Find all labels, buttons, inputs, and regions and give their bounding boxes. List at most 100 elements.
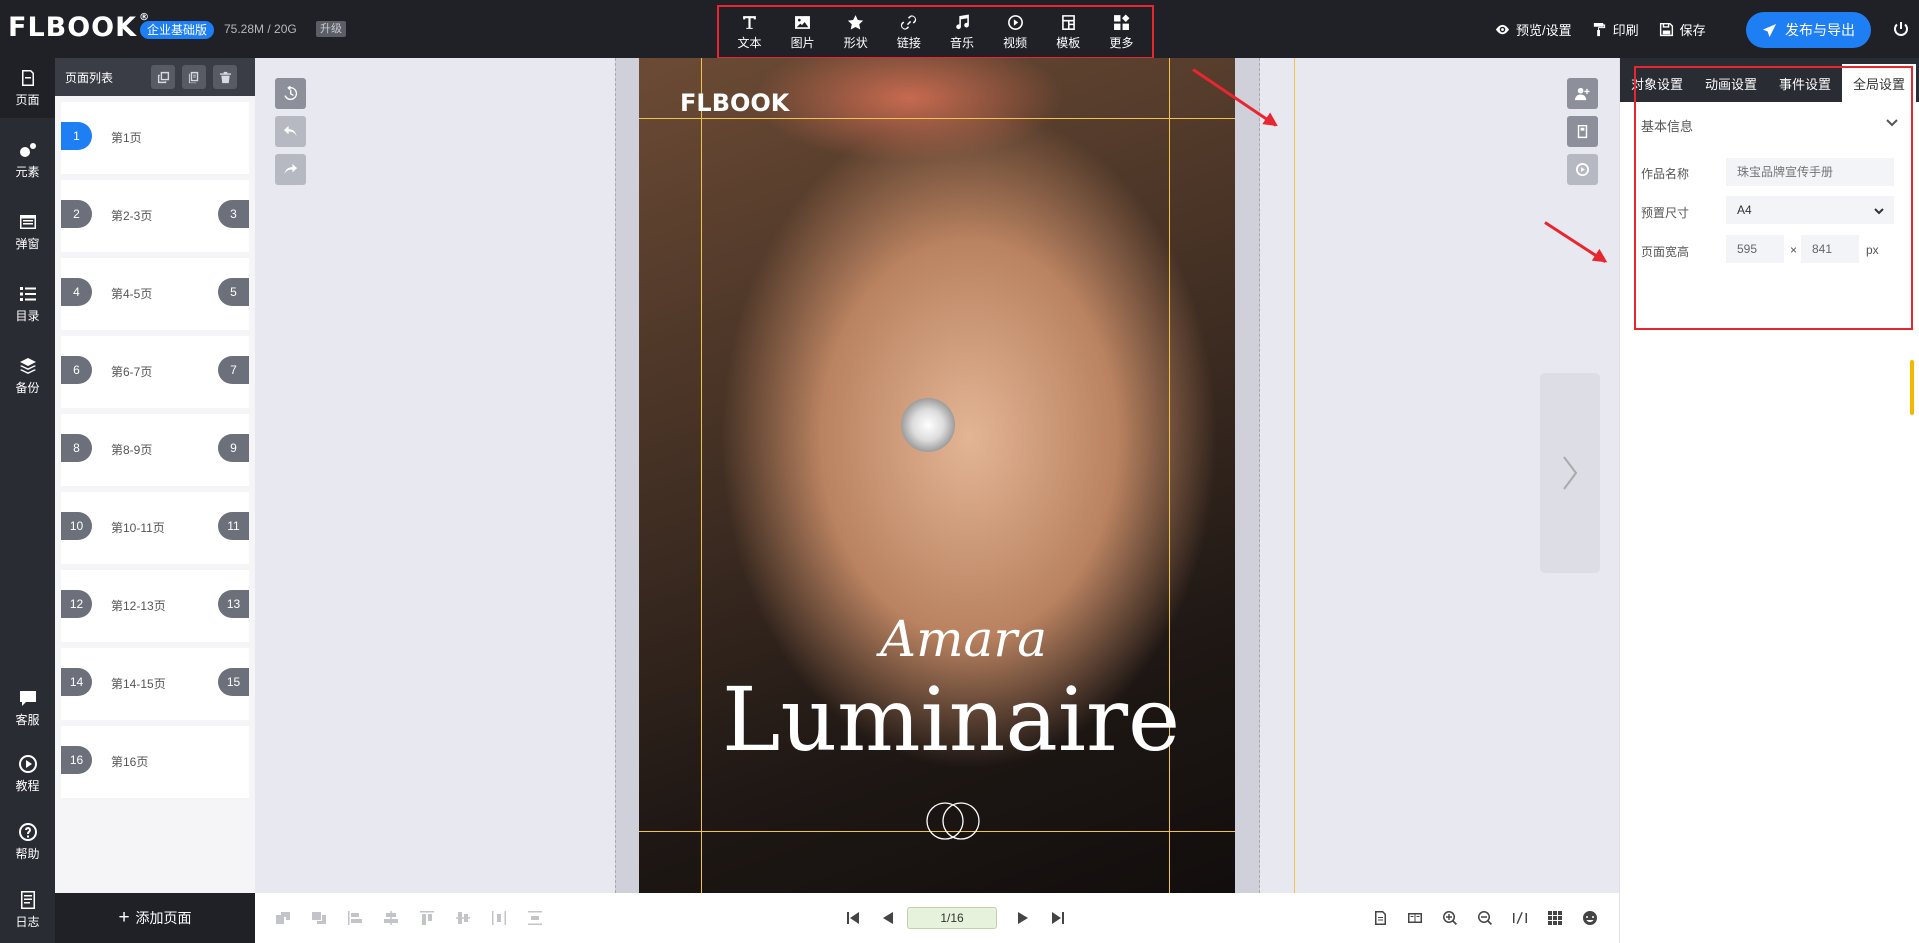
add-user-button[interactable] <box>1567 78 1598 109</box>
page-item-16[interactable]: 16 第16页 <box>61 726 249 798</box>
page-number-right: 11 <box>218 512 249 540</box>
nav-popup[interactable]: 弹窗 <box>0 202 55 262</box>
page-item-4-5[interactable]: 4 第4-5页 5 <box>61 258 249 330</box>
page-item-12-13[interactable]: 12 第12-13页 13 <box>61 570 249 642</box>
guide-line[interactable] <box>701 58 702 893</box>
page-item-1[interactable]: 1 第1页 <box>61 102 249 174</box>
distribute-horizontal-button[interactable] <box>491 910 507 926</box>
last-page-button[interactable] <box>1050 910 1066 926</box>
power-icon <box>1894 22 1908 36</box>
align-center-button[interactable] <box>383 910 399 926</box>
chevron-down-icon <box>1874 208 1884 215</box>
scrollbar[interactable] <box>1910 360 1914 415</box>
tool-video[interactable]: 视频 <box>990 14 1040 51</box>
page-number-left: 8 <box>61 434 92 462</box>
guide-line[interactable] <box>639 118 1235 119</box>
nav-log[interactable]: 日志 <box>0 880 55 940</box>
page-item-8-9[interactable]: 8 第8-9页 9 <box>61 414 249 486</box>
tool-music[interactable]: 音乐 <box>937 14 987 51</box>
page-label: 第10-11页 <box>111 521 165 535</box>
align-middle-button[interactable] <box>455 910 471 926</box>
tool-image[interactable]: 图片 <box>778 14 828 51</box>
double-page-view-button[interactable] <box>1407 910 1423 926</box>
app-logo[interactable]: FLBOOK ® <box>8 12 150 43</box>
guide-line[interactable] <box>1294 58 1295 893</box>
page-number-left: 4 <box>61 278 92 306</box>
layer-up-button[interactable] <box>311 910 327 926</box>
redo-button[interactable] <box>275 154 306 185</box>
align-bottom-left-button[interactable] <box>275 910 291 926</box>
storage-usage: 75.28M / 20G <box>224 22 297 36</box>
publish-export-button[interactable]: 发布与导出 <box>1746 12 1871 48</box>
page-item-10-11[interactable]: 10 第10-11页 11 <box>61 492 249 564</box>
zoom-out-button[interactable] <box>1477 910 1493 926</box>
headline-text[interactable]: Luminaire <box>722 668 1180 771</box>
nav-elements[interactable]: 元素 <box>0 130 55 190</box>
tool-template[interactable]: 模板 <box>1043 14 1093 51</box>
link-icon <box>901 14 917 30</box>
page-indicator[interactable]: 1/16 <box>907 907 997 929</box>
align-top-button[interactable] <box>419 910 435 926</box>
add-page-button[interactable]: + 添加页面 <box>55 893 255 943</box>
tab-global-settings[interactable]: 全局设置 <box>1842 64 1917 102</box>
history-button[interactable] <box>275 78 306 109</box>
next-page-small-button[interactable] <box>1015 910 1031 926</box>
save-button[interactable]: 保存 <box>1659 20 1706 39</box>
nav-tutorial[interactable]: 教程 <box>0 744 55 804</box>
print-button[interactable]: 印刷 <box>1592 20 1639 39</box>
page-list-panel: 页面列表 1 第1页 2 第2-3页 3 4 第4-5页 5 6 第6-7页 7… <box>55 58 255 893</box>
tab-event-settings[interactable]: 事件设置 <box>1768 64 1842 102</box>
distribute-horizontal-icon <box>492 911 506 925</box>
undo-button[interactable] <box>275 116 306 147</box>
tool-text[interactable]: 文本 <box>725 14 775 51</box>
play-circle-icon <box>1575 162 1590 177</box>
page-height-input[interactable] <box>1801 235 1859 263</box>
nav-toc[interactable]: 目录 <box>0 274 55 334</box>
duplicate-page-button[interactable] <box>182 65 206 89</box>
tab-object-settings[interactable]: 对象设置 <box>1620 64 1694 102</box>
page-thumbnail-button[interactable] <box>1567 116 1598 147</box>
theme-toggle-button[interactable] <box>1582 910 1598 926</box>
chevron-down-icon[interactable] <box>1885 116 1899 130</box>
add-user-icon <box>1575 87 1590 101</box>
power-button[interactable] <box>1892 20 1910 38</box>
basic-info-section-title[interactable]: 基本信息 <box>1641 116 1693 135</box>
page-number-right: 13 <box>218 590 249 618</box>
page-number-right: 15 <box>218 668 249 696</box>
copy-page-button[interactable] <box>151 65 175 89</box>
book-open-icon <box>1408 913 1422 923</box>
nav-backup[interactable]: 备份 <box>0 346 55 406</box>
page-item-14-15[interactable]: 14 第14-15页 15 <box>61 648 249 720</box>
zoom-in-button[interactable] <box>1442 910 1458 926</box>
tool-link[interactable]: 链接 <box>884 14 934 51</box>
first-page-button[interactable] <box>845 910 861 926</box>
fit-view-button[interactable] <box>1512 910 1528 926</box>
redo-icon <box>284 163 298 175</box>
tool-shape[interactable]: 形状 <box>831 14 881 51</box>
play-preview-button[interactable] <box>1567 154 1598 185</box>
delete-page-button[interactable] <box>213 65 237 89</box>
page-logo-text[interactable]: FLBOOK <box>680 89 789 117</box>
rings-logo-icon[interactable] <box>923 801 983 844</box>
tab-animation-settings[interactable]: 动画设置 <box>1694 64 1768 102</box>
work-name-input[interactable] <box>1726 158 1894 186</box>
single-page-view-button[interactable] <box>1372 910 1388 926</box>
top-actions: 预览/设置 印刷 保存 <box>1495 0 1726 58</box>
distribute-vertical-button[interactable] <box>527 910 543 926</box>
page-item-2-3[interactable]: 2 第2-3页 3 <box>61 180 249 252</box>
next-page-button[interactable] <box>1540 373 1600 573</box>
upgrade-button[interactable]: 升级 <box>316 21 346 37</box>
grid-toggle-button[interactable] <box>1547 910 1563 926</box>
nav-help[interactable]: 帮助 <box>0 812 55 872</box>
align-left-button[interactable] <box>347 910 363 926</box>
script-title-text[interactable]: Amara <box>880 610 1047 668</box>
page-label: 第14-15页 <box>111 677 166 691</box>
preset-size-select[interactable]: A4 <box>1726 196 1894 224</box>
tool-more[interactable]: 更多 <box>1096 14 1146 51</box>
prev-page-button[interactable] <box>880 910 896 926</box>
preview-settings-button[interactable]: 预览/设置 <box>1495 20 1572 39</box>
page-width-input[interactable] <box>1726 235 1784 263</box>
page-item-6-7[interactable]: 6 第6-7页 7 <box>61 336 249 408</box>
nav-support[interactable]: 客服 <box>0 678 55 738</box>
nav-page[interactable]: 页面 <box>0 58 55 118</box>
